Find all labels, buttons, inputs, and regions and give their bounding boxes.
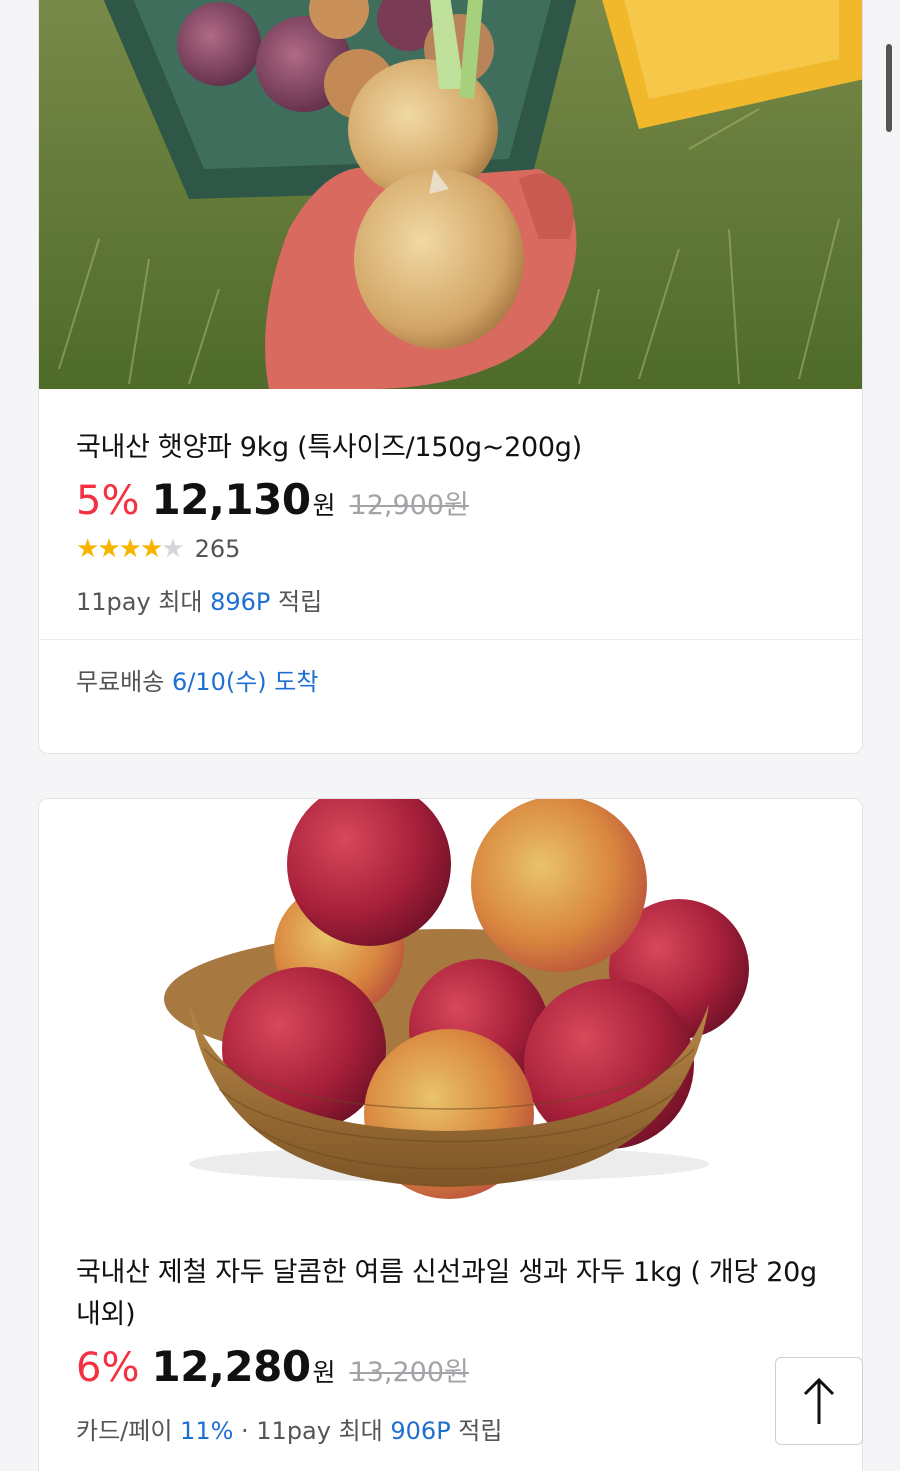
star-icon: ★ bbox=[118, 534, 142, 564]
card-value: 11% bbox=[180, 1417, 234, 1445]
scroll-top-button[interactable] bbox=[775, 1357, 863, 1445]
points-prefix: 11pay 최대 bbox=[76, 588, 211, 616]
points-value: 896P bbox=[210, 588, 271, 616]
rating[interactable]: ★★★★★ 265 bbox=[76, 534, 825, 564]
price-row: 5% 12,130 원 12,900원 bbox=[76, 475, 825, 524]
star-rating: ★★★★★ bbox=[76, 534, 185, 564]
sale-price: 12,280 bbox=[151, 1342, 311, 1391]
points-info: 11pay 최대 896P 적립 bbox=[76, 582, 825, 617]
star-icon: ★ bbox=[139, 534, 163, 564]
product-card[interactable]: 국내산 제철 자두 달콤한 여름 신선과일 생과 자두 1kg ( 개당 20g… bbox=[38, 798, 863, 1471]
arrow-up-icon bbox=[803, 1377, 835, 1424]
star-empty-icon: ★ bbox=[161, 534, 184, 564]
review-count: 265 bbox=[194, 535, 241, 563]
currency-unit: 원 bbox=[312, 491, 336, 520]
product-title[interactable]: 국내산 햇양파 9kg (특사이즈/150g~200g) bbox=[76, 427, 825, 469]
currency-unit: 원 bbox=[312, 1358, 336, 1387]
card-label: 카드/페이 bbox=[76, 1417, 181, 1445]
star-icon: ★ bbox=[76, 534, 99, 564]
shipping-date: 6/10(수) 도착 bbox=[171, 668, 319, 696]
original-price: 13,200원 bbox=[349, 1357, 469, 1388]
shipping-label: 무료배송 bbox=[76, 668, 172, 696]
benefit-info: 카드/페이 11% · 11pay 최대 906P 적립 bbox=[76, 1411, 825, 1446]
points-prefix: · 11pay 최대 bbox=[233, 1417, 391, 1445]
onion-photo bbox=[39, 0, 862, 389]
points-value: 906P bbox=[390, 1417, 451, 1445]
product-image[interactable] bbox=[39, 0, 862, 389]
product-image[interactable] bbox=[39, 799, 862, 1209]
scrollbar[interactable] bbox=[886, 44, 892, 132]
shipping-info: 무료배송 6/10(수) 도착 bbox=[39, 640, 862, 719]
original-price: 12,900원 bbox=[349, 490, 469, 521]
points-suffix: 적립 bbox=[450, 1417, 503, 1445]
plum-photo bbox=[39, 799, 862, 1209]
points-suffix: 적립 bbox=[270, 588, 323, 616]
product-card[interactable]: 국내산 햇양파 9kg (특사이즈/150g~200g) 5% 12,130 원… bbox=[38, 0, 863, 754]
product-title[interactable]: 국내산 제철 자두 달콤한 여름 신선과일 생과 자두 1kg ( 개당 20g… bbox=[76, 1252, 825, 1336]
discount-rate: 5% bbox=[76, 478, 140, 524]
sale-price: 12,130 bbox=[151, 475, 311, 524]
price-row: 6% 12,280 원 13,200원 bbox=[76, 1342, 825, 1391]
discount-rate: 6% bbox=[76, 1345, 140, 1391]
star-icon: ★ bbox=[97, 534, 120, 564]
